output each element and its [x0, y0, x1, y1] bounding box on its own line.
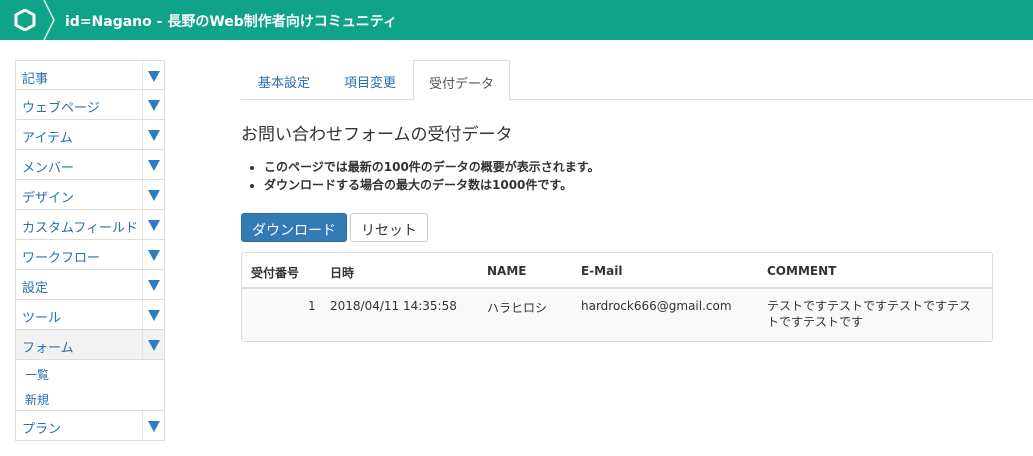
site-title[interactable]: id=Nagano - 長野のWeb制作者向けコミュニティ: [65, 11, 397, 31]
top-bar: id=Nagano - 長野のWeb制作者向けコミュニティ: [0, 0, 1033, 40]
page-title: お問い合わせフォームの受付データ: [241, 125, 513, 145]
column-header-id: 受付番号: [251, 266, 300, 280]
sidebar-item-forms[interactable]: フォーム: [15, 330, 165, 360]
forms-submenu: 一覧 新規: [15, 360, 165, 411]
sidebar-item-settings[interactable]: 設定: [15, 270, 165, 300]
cell-email: hardrock666@gmail.com: [581, 299, 732, 313]
tab-received-data[interactable]: 受付データ: [413, 60, 510, 101]
caret-down-icon[interactable]: [142, 210, 164, 239]
sidebar-item-entries[interactable]: 記事: [15, 60, 165, 90]
cell-id: 1: [308, 299, 316, 313]
sidebar-item-label: デザイン: [22, 191, 75, 206]
sidebar-item-items[interactable]: アイテム: [15, 120, 165, 150]
column-header-email: E-Mail: [581, 264, 623, 278]
reset-button[interactable]: リセット: [350, 213, 428, 242]
table-header: 受付番号 日時 NAME E-Mail COMMENT: [242, 253, 992, 289]
caret-down-icon[interactable]: [142, 150, 164, 179]
column-header-datetime: 日時: [330, 266, 355, 280]
sidebar-item-label: フォーム: [22, 341, 74, 356]
caret-down-icon[interactable]: [142, 330, 164, 359]
submissions-table: 受付番号 日時 NAME E-Mail COMMENT 1 2018/04/11…: [241, 252, 993, 342]
cell-datetime: 2018/04/11 14:35:58: [330, 299, 457, 313]
logo-icon: [14, 9, 36, 31]
sidebar-item-label: カスタムフィールド: [22, 221, 138, 236]
cell-name: ハラヒロシ: [487, 301, 548, 315]
sidebar-item-label: アイテム: [22, 131, 73, 146]
info-notes: このページでは最新の100件のデータの概要が表示されます。 ダウンロードする場合…: [262, 158, 600, 194]
note-item: このページでは最新の100件のデータの概要が表示されます。: [264, 158, 600, 176]
sidebar-item-design[interactable]: デザイン: [15, 180, 165, 210]
note-item: ダウンロードする場合の最大のデータ数は1000件です。: [264, 176, 600, 194]
cell-comment: テストですテストですテストですテストですテストです: [767, 299, 972, 329]
sidebar-item-webpages[interactable]: ウェブページ: [15, 90, 165, 120]
sidebar-item-tools[interactable]: ツール: [15, 300, 165, 330]
sidebar-item-plans[interactable]: プラン: [15, 411, 165, 441]
sidebar-item-label: 記事: [22, 72, 49, 87]
caret-down-icon[interactable]: [142, 240, 164, 269]
sidebar-item-workflow[interactable]: ワークフロー: [15, 240, 165, 270]
caret-down-icon[interactable]: [142, 90, 164, 119]
tab-field-changes[interactable]: 項目変更: [327, 60, 413, 100]
download-button[interactable]: ダウンロード: [241, 213, 347, 242]
caret-down-icon[interactable]: [142, 180, 164, 209]
submenu-item-list[interactable]: 一覧: [16, 360, 164, 385]
sidebar-item-label: ウェブページ: [22, 101, 100, 116]
sidebar-item-label: ツール: [22, 311, 62, 326]
tab-basic-settings[interactable]: 基本設定: [241, 60, 327, 100]
sidebar-item-custom-fields[interactable]: カスタムフィールド: [15, 210, 165, 240]
tab-bar: 基本設定 項目変更 受付データ: [241, 60, 1033, 101]
caret-down-icon[interactable]: [142, 300, 164, 329]
submenu-item-new[interactable]: 新規: [16, 385, 164, 410]
column-header-name: NAME: [487, 264, 527, 278]
breadcrumb-separator-icon: [43, 0, 55, 40]
caret-down-icon[interactable]: [142, 120, 164, 149]
caret-down-icon[interactable]: [142, 411, 164, 440]
caret-down-icon[interactable]: [142, 270, 164, 299]
app-logo[interactable]: [0, 0, 48, 40]
sidebar-item-label: 設定: [22, 281, 49, 296]
sidebar-item-label: プラン: [22, 422, 62, 437]
caret-down-icon[interactable]: [142, 61, 164, 90]
column-header-comment: COMMENT: [767, 264, 837, 278]
sidebar-item-label: ワークフロー: [22, 251, 101, 266]
sidebar-item-label: メンバー: [22, 161, 75, 176]
sidebar-item-members[interactable]: メンバー: [15, 150, 165, 180]
sidebar-menu: 記事 ウェブページ アイテム メンバー デザイン カスタムフィールド ワークフロ…: [15, 60, 165, 441]
table-row[interactable]: 1 2018/04/11 14:35:58 ハラヒロシ hardrock666@…: [242, 289, 992, 341]
